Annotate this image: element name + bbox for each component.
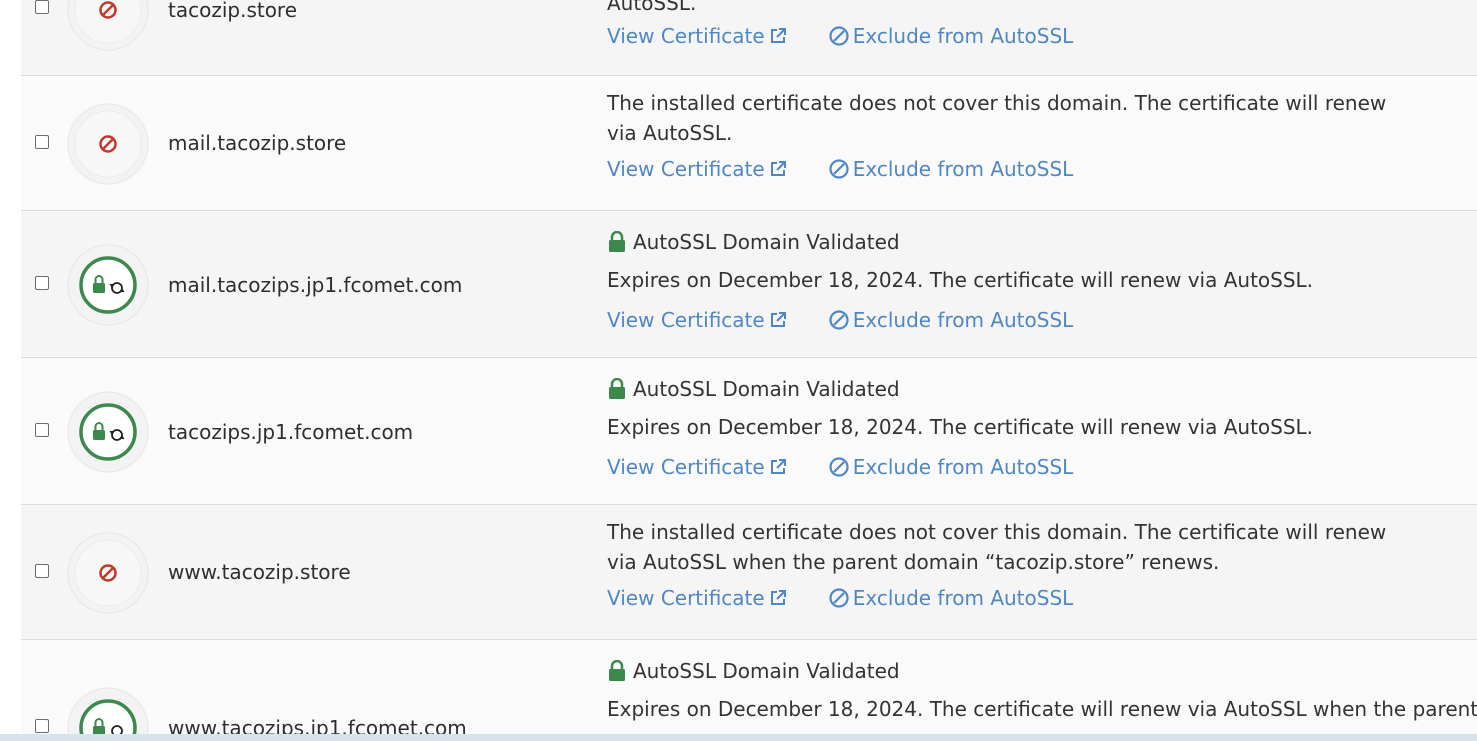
validated-line: AutoSSL Domain Validated bbox=[607, 227, 1467, 257]
view-certificate-label: View Certificate bbox=[607, 157, 765, 181]
external-link-icon bbox=[770, 459, 786, 474]
ban-icon bbox=[829, 588, 849, 608]
view-certificate-label: View Certificate bbox=[607, 24, 765, 48]
domain-name: tacozips.jp1.fcomet.com bbox=[168, 420, 414, 444]
status-ok-icon bbox=[66, 686, 150, 741]
validated-line: AutoSSL Domain Validated bbox=[607, 656, 1467, 686]
table-row: www.tacozip.store The installed certific… bbox=[21, 505, 1477, 640]
view-certificate-link[interactable]: View Certificate bbox=[607, 583, 787, 613]
table-row: tacozips.jp1.fcomet.com AutoSSL Domain V… bbox=[21, 358, 1477, 505]
exclude-autossl-link[interactable]: Exclude from AutoSSL bbox=[829, 305, 1074, 335]
domain-name: mail.tacozips.jp1.fcomet.com bbox=[168, 273, 463, 297]
status-details: The installed certificate does not cover… bbox=[607, 517, 1467, 613]
row-checkbox[interactable] bbox=[35, 423, 49, 437]
row-checkbox[interactable] bbox=[35, 0, 49, 14]
status-message: The installed certificate does not cover… bbox=[607, 91, 1387, 145]
validated-label: AutoSSL Domain Validated bbox=[633, 659, 900, 683]
external-link-icon bbox=[770, 28, 786, 43]
row-actions: View Certificate Exclude from AutoSSL bbox=[607, 583, 1467, 613]
ban-icon bbox=[829, 310, 849, 330]
view-certificate-link[interactable]: View Certificate bbox=[607, 154, 787, 184]
table-row: mail.tacozips.jp1.fcomet.com AutoSSL Dom… bbox=[21, 211, 1477, 358]
ban-icon bbox=[829, 26, 849, 46]
row-checkbox[interactable] bbox=[35, 564, 49, 578]
row-actions: View Certificate Exclude from AutoSSL bbox=[607, 305, 1467, 335]
exclude-autossl-link[interactable]: Exclude from AutoSSL bbox=[829, 154, 1074, 184]
view-certificate-link[interactable]: View Certificate bbox=[607, 452, 787, 482]
ban-icon bbox=[829, 159, 849, 179]
status-error-icon bbox=[66, 531, 150, 615]
external-link-icon bbox=[770, 590, 786, 605]
table-row: tacozip.store AutoSSL. View Certificate … bbox=[21, 0, 1477, 76]
status-message: The installed certificate does not cover… bbox=[607, 520, 1387, 574]
external-link-icon bbox=[770, 161, 786, 176]
ban-icon bbox=[829, 457, 849, 477]
row-checkbox[interactable] bbox=[35, 276, 49, 290]
validated-label: AutoSSL Domain Validated bbox=[633, 377, 900, 401]
row-actions: View Certificate Exclude from AutoSSL bbox=[607, 18, 1467, 54]
exclude-autossl-label: Exclude from AutoSSL bbox=[852, 308, 1074, 332]
status-details: AutoSSL Domain Validated Expires on Dece… bbox=[607, 227, 1467, 335]
view-certificate-label: View Certificate bbox=[607, 308, 765, 332]
status-message: AutoSSL. bbox=[607, 0, 697, 15]
exclude-autossl-link[interactable]: Exclude from AutoSSL bbox=[829, 583, 1074, 613]
status-ok-icon bbox=[66, 243, 150, 327]
exclude-autossl-link[interactable]: Exclude from AutoSSL bbox=[829, 21, 1074, 51]
validated-label: AutoSSL Domain Validated bbox=[633, 230, 900, 254]
status-message: Expires on December 18, 2024. The certif… bbox=[607, 415, 1314, 439]
status-details: The installed certificate does not cover… bbox=[607, 88, 1467, 184]
view-certificate-label: View Certificate bbox=[607, 455, 765, 479]
lock-icon bbox=[609, 231, 625, 252]
left-gutter bbox=[0, 0, 21, 741]
status-message: Expires on December 18, 2024. The certif… bbox=[607, 697, 1477, 721]
domain-name: mail.tacozip.store bbox=[168, 131, 347, 155]
exclude-autossl-label: Exclude from AutoSSL bbox=[852, 455, 1074, 479]
status-error-icon bbox=[66, 0, 150, 52]
row-actions: View Certificate Exclude from AutoSSL bbox=[607, 452, 1467, 482]
exclude-autossl-label: Exclude from AutoSSL bbox=[852, 157, 1074, 181]
table-row: www.tacozips.jp1.fcomet.com AutoSSL Doma… bbox=[21, 640, 1477, 741]
domain-name: tacozip.store bbox=[168, 0, 298, 22]
view-certificate-link[interactable]: View Certificate bbox=[607, 305, 787, 335]
exclude-autossl-link[interactable]: Exclude from AutoSSL bbox=[829, 452, 1074, 482]
view-certificate-label: View Certificate bbox=[607, 586, 765, 610]
table-row: mail.tacozip.store The installed certifi… bbox=[21, 76, 1477, 211]
status-details: AutoSSL. View Certificate Exclude from A… bbox=[607, 0, 1467, 54]
domain-name: www.tacozip.store bbox=[168, 560, 351, 584]
status-message: Expires on December 18, 2024. The certif… bbox=[607, 268, 1314, 292]
row-actions: View Certificate Exclude from AutoSSL bbox=[607, 154, 1467, 184]
status-error-icon bbox=[66, 102, 150, 186]
external-link-icon bbox=[770, 312, 786, 327]
row-checkbox[interactable] bbox=[35, 135, 49, 149]
exclude-autossl-label: Exclude from AutoSSL bbox=[852, 586, 1074, 610]
status-ok-icon bbox=[66, 390, 150, 474]
lock-icon bbox=[609, 660, 625, 681]
status-details: AutoSSL Domain Validated Expires on Dece… bbox=[607, 656, 1477, 724]
validated-line: AutoSSL Domain Validated bbox=[607, 374, 1467, 404]
lock-icon bbox=[609, 378, 625, 399]
row-checkbox[interactable] bbox=[35, 719, 49, 733]
view-certificate-link[interactable]: View Certificate bbox=[607, 21, 787, 51]
exclude-autossl-label: Exclude from AutoSSL bbox=[852, 24, 1074, 48]
status-details: AutoSSL Domain Validated Expires on Dece… bbox=[607, 374, 1467, 482]
window-bottom-edge bbox=[0, 734, 1477, 741]
